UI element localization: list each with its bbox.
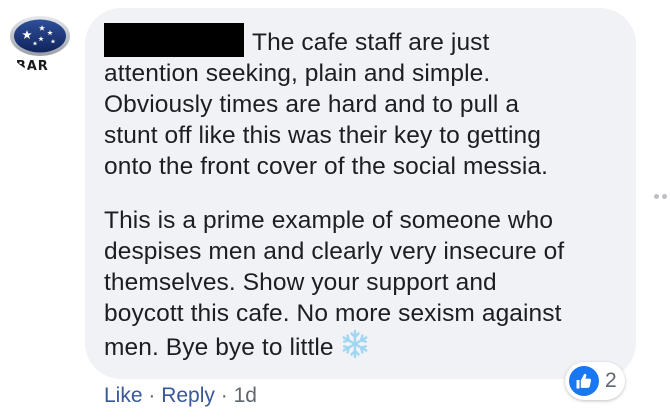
comment-line: boycott this cafe. No more sexism agains… [104,300,562,327]
avatar[interactable]: IBAR [8,8,72,72]
comment-line: themselves. Show your support and [104,269,497,296]
reactions-badge[interactable]: 2 [565,362,625,400]
comment-screenshot: IBAR The cafe staff are just attention s… [0,0,670,419]
separator: · [148,384,162,407]
comment-paragraph-1: The cafe staff are just attention seekin… [104,27,548,182]
comment-line: Obviously times are hard and to pull a [104,91,520,118]
comment-line: This is a prime example of someone who [104,207,554,234]
comment-line: attention seeking, plain and simple. [104,60,491,87]
comment-line-text: men. Bye bye to little [104,334,334,361]
timestamp[interactable]: 1d [234,384,257,407]
comment-line: stunt off like this was their key to get… [104,122,542,149]
comment-line: onto the front cover of the social messi… [104,153,549,180]
comment-paragraph-2: This is a prime example of someone who d… [104,205,564,363]
comment-line-last: men. Bye bye to little [104,329,564,363]
comment-line: despises men and clearly very insecure o… [104,238,565,265]
reaction-count: 2 [605,369,617,392]
snowflake-icon [342,329,368,359]
comment-actions: Like · Reply · 1d [104,382,257,410]
reply-link[interactable]: Reply [161,384,215,407]
thumbs-up-icon [569,366,599,396]
like-link[interactable]: Like [104,384,143,407]
separator: · [220,384,234,407]
subaru-logo-icon: IBAR [10,16,70,72]
comment-line: The cafe staff are just [252,29,490,56]
svg-text:IBAR: IBAR [10,59,49,72]
more-options-icon[interactable] [654,194,670,200]
